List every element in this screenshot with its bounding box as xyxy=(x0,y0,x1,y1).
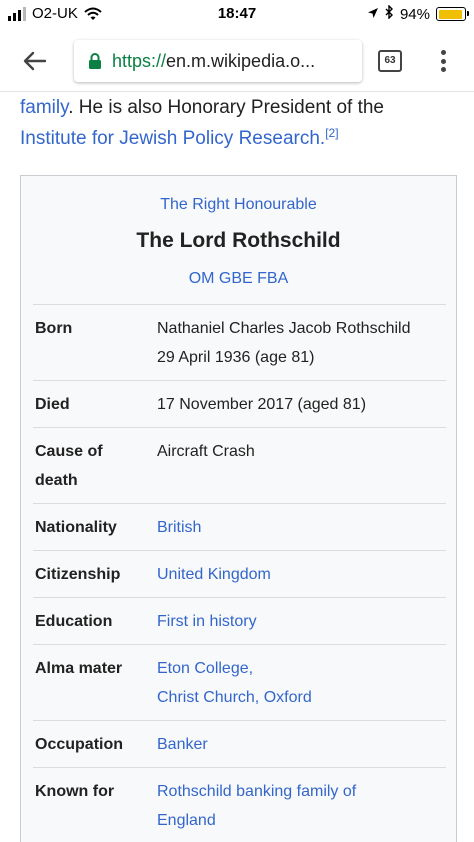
row-value: Aircraft Crash xyxy=(157,428,446,503)
row-value: Banker xyxy=(157,721,446,767)
row-value: First in history xyxy=(157,598,446,644)
status-right: 94% xyxy=(367,4,469,23)
location-arrow-icon xyxy=(367,6,379,23)
article-intro: family. He is also Honorary President of… xyxy=(20,92,460,154)
infobox-rows: Born Nathaniel Charles Jacob Rothschild … xyxy=(33,304,446,842)
lock-icon xyxy=(89,53,101,69)
status-bar: O2-UK 18:47 94% xyxy=(0,0,474,30)
row-label: Known for xyxy=(35,783,115,800)
honorific-link[interactable]: The Right Honourable xyxy=(21,196,456,214)
infobox-title: The Lord Rothschild xyxy=(136,229,341,252)
row-label: Cause of death xyxy=(33,428,157,503)
url-host: en.m.wikipedia.o... xyxy=(166,50,316,71)
infobox-row-occupation: Occupation Banker xyxy=(33,720,446,767)
known-for-link[interactable]: England xyxy=(157,806,446,835)
battery-icon xyxy=(436,7,469,21)
infobox-row-died: Died 17 November 2017 (aged 81) xyxy=(33,380,446,427)
url-text: https://en.m.wikipedia.o... xyxy=(112,51,315,72)
infobox-row-alma-mater: Alma mater Eton College, Christ Church, … xyxy=(33,644,446,720)
row-label: Citizenship xyxy=(35,566,121,583)
more-menu-icon[interactable] xyxy=(436,47,450,75)
infobox: The Right Honourable The Lord Rothschild… xyxy=(20,175,457,842)
infobox-row-citizenship: Citizenship United Kingdom xyxy=(33,550,446,597)
infobox-row-education: Education First in history xyxy=(33,597,446,644)
birth-date: 29 April 1936 (age 81) xyxy=(157,349,315,366)
row-value: Rothschild banking family of England xyxy=(157,768,446,842)
cause-of-death: Aircraft Crash xyxy=(157,443,255,460)
battery-percent: 94% xyxy=(399,5,430,23)
row-label: Occupation xyxy=(35,736,124,753)
citizenship-link[interactable]: United Kingdom xyxy=(157,560,446,589)
intro-text: . He is also Honorary President of the xyxy=(68,97,384,118)
infobox-row-nationality: Nationality British xyxy=(33,503,446,550)
address-bar[interactable]: https://en.m.wikipedia.o... xyxy=(74,40,362,82)
infobox-row-cause-of-death: Cause of death Aircraft Crash xyxy=(33,427,446,503)
infobox-row-born: Born Nathaniel Charles Jacob Rothschild … xyxy=(33,304,446,380)
row-value: 17 November 2017 (aged 81) xyxy=(157,381,446,427)
row-value: Eton College, Christ Church, Oxford xyxy=(157,645,446,720)
alma-mater-link[interactable]: Christ Church, Oxford xyxy=(157,683,446,712)
alma-mater-link[interactable]: Eton College, xyxy=(157,654,446,683)
tab-switcher-button[interactable]: 63 xyxy=(378,50,402,72)
browser-toolbar: https://en.m.wikipedia.o... 63 xyxy=(0,30,474,92)
birth-name: Nathaniel Charles Jacob Rothschild xyxy=(157,320,411,337)
url-scheme: https:// xyxy=(112,50,167,71)
row-label: Born xyxy=(35,320,73,337)
family-link[interactable]: family xyxy=(20,97,68,118)
row-label-line: Cause of xyxy=(35,443,103,460)
reference-2[interactable]: [2] xyxy=(325,126,338,140)
ijpr-link[interactable]: Institute for Jewish Policy Research. xyxy=(20,128,325,149)
row-label-line: death xyxy=(35,472,78,489)
back-button[interactable] xyxy=(18,46,52,76)
post-nominals-link[interactable]: OM GBE FBA xyxy=(21,270,456,288)
occupation-link[interactable]: Banker xyxy=(157,730,446,759)
row-label: Died xyxy=(35,396,70,413)
back-arrow-icon xyxy=(23,51,47,71)
known-for-link[interactable]: Rothschild banking family of xyxy=(157,777,446,806)
education-link[interactable]: First in history xyxy=(157,607,446,636)
bluetooth-icon xyxy=(385,4,394,23)
row-value: British xyxy=(157,504,446,550)
death-date: 17 November 2017 (aged 81) xyxy=(157,396,367,413)
infobox-row-known-for: Known for Rothschild banking family of E… xyxy=(33,767,446,842)
row-value: Nathaniel Charles Jacob Rothschild 29 Ap… xyxy=(157,305,446,380)
row-label: Alma mater xyxy=(35,660,123,677)
row-label: Nationality xyxy=(35,519,117,536)
row-value: United Kingdom xyxy=(157,551,446,597)
nationality-link[interactable]: British xyxy=(157,513,446,542)
row-label: Education xyxy=(35,613,113,630)
